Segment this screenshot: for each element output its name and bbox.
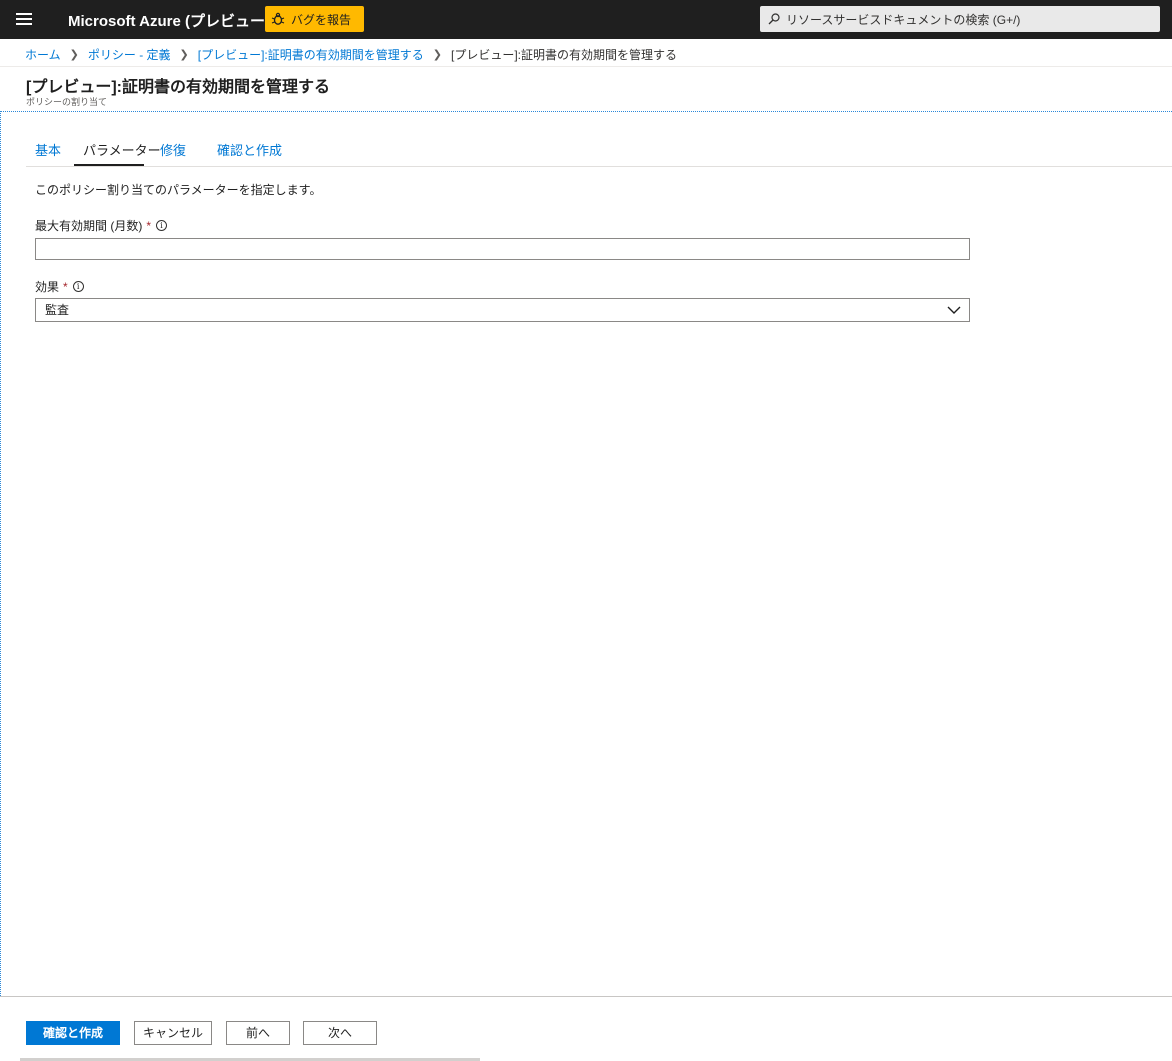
tab-remediation[interactable]: 修復 [151,142,195,166]
chevron-right-icon: ❯ [179,49,189,61]
tab-basics[interactable]: 基本 [26,142,70,166]
breadcrumb-policy[interactable]: [プレビュー]:証明書の有効期間を管理する [198,46,424,63]
tab-parameters[interactable]: パラメーター [74,142,161,166]
cancel-button[interactable]: キャンセル [134,1021,212,1045]
max-validity-label-text: 最大有効期間 (月数) [35,219,143,233]
global-search-input[interactable]: リソースサービスドキュメントの検索 (G+/) [760,6,1160,32]
report-bug-button[interactable]: バグを報告 [265,6,364,32]
chevron-down-icon [947,306,961,314]
max-validity-input[interactable] [35,238,970,260]
breadcrumb-policy-definitions[interactable]: ポリシー - 定義 [88,46,171,63]
tab-bar: 基本 パラメーター 修復 確認と作成 [26,142,291,166]
page-subtitle: ポリシーの割り当て [26,97,108,107]
next-button[interactable]: 次へ [303,1021,377,1045]
effect-dropdown[interactable]: 監査 [35,298,970,322]
bug-icon [271,12,285,25]
effect-label: 効果 * i [35,278,84,295]
tab-review-create[interactable]: 確認と作成 [208,142,291,166]
review-create-button[interactable]: 確認と作成 [26,1021,120,1045]
form-description: このポリシー割り当てのパラメーターを指定します。 [35,183,322,197]
breadcrumb-home[interactable]: ホーム [25,46,61,63]
effect-label-text: 効果 [35,280,60,294]
info-icon[interactable]: i [72,281,84,292]
info-icon[interactable]: i [156,220,167,231]
required-marker: * [63,279,68,294]
chevron-right-icon: ❯ [432,49,442,61]
search-icon [768,13,780,25]
search-placeholder: リソースサービスドキュメントの検索 (G+/) [786,12,1021,27]
page-title: [プレビュー]:証明書の有効期間を管理する [26,79,330,96]
previous-button[interactable]: 前へ [226,1021,290,1045]
app-title[interactable]: Microsoft Azure (プレビュー) [68,10,270,31]
chevron-right-icon: ❯ [69,49,79,61]
breadcrumb-divider [0,66,1172,67]
tab-divider [26,166,1172,167]
required-marker: * [146,218,151,233]
effect-selected-value: 監査 [45,303,70,317]
breadcrumb: ホーム ❯ ポリシー - 定義 ❯ [プレビュー]:証明書の有効期間を管理する … [25,46,677,63]
hamburger-menu-icon[interactable] [16,13,32,25]
breadcrumb-current: [プレビュー]:証明書の有効期間を管理する [450,48,677,62]
footer-divider [0,996,1172,997]
top-bar: Microsoft Azure (プレビュー) バグを報告 リソースサービスドキ… [0,0,1172,39]
max-validity-label: 最大有効期間 (月数) * i [35,217,167,234]
report-bug-label: バグを報告 [291,12,352,27]
